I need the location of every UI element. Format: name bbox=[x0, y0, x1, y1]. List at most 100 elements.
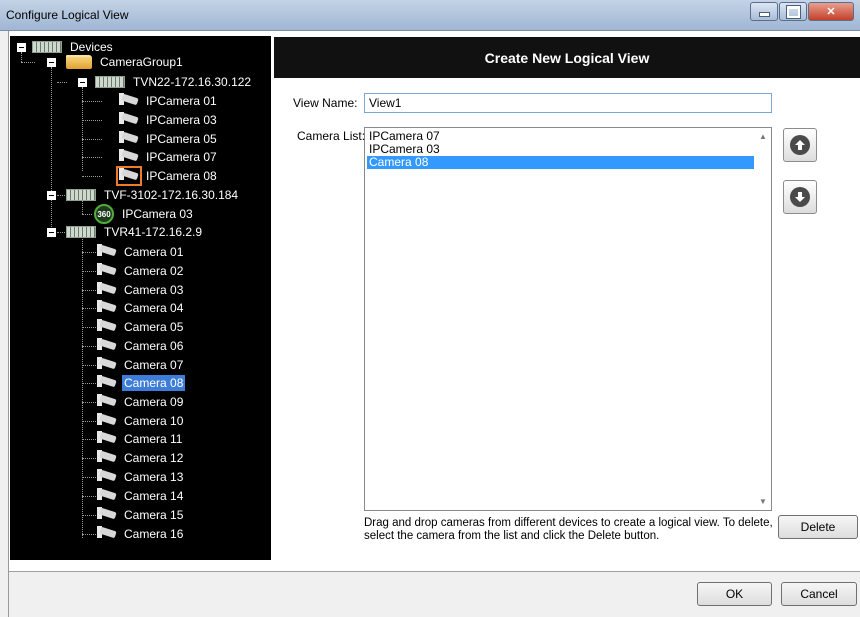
collapse-icon[interactable] bbox=[47, 227, 56, 237]
tree-node-camera-selected[interactable]: Camera 08 bbox=[96, 374, 186, 392]
list-scrollbar[interactable]: ▲ ▼ bbox=[754, 128, 771, 510]
camera-label: Camera 10 bbox=[124, 414, 184, 428]
camera-label: Camera 02 bbox=[124, 264, 184, 278]
tree-node-camera[interactable]: IPCamera 08 bbox=[116, 166, 219, 186]
camera-label: Camera 03 bbox=[124, 283, 184, 297]
tree-node-group[interactable]: CameraGroup1 bbox=[47, 53, 185, 71]
list-item-selected[interactable]: Camera 08 bbox=[367, 156, 757, 169]
tree-node-camera[interactable]: Camera 06 bbox=[96, 337, 185, 355]
tree-node-device[interactable]: TVR41-172.16.2.9 bbox=[47, 223, 204, 241]
maximize-icon bbox=[785, 4, 801, 19]
move-up-button[interactable] bbox=[783, 128, 817, 162]
tree-node-camera[interactable]: 360 IPCamera 03 bbox=[94, 204, 195, 224]
camera-icon bbox=[96, 413, 118, 429]
camera-icon bbox=[96, 394, 118, 410]
minimize-icon bbox=[758, 12, 770, 17]
camera-icon bbox=[118, 93, 140, 109]
recorder-icon bbox=[95, 76, 125, 88]
move-down-button[interactable] bbox=[783, 180, 817, 214]
collapse-icon[interactable] bbox=[47, 57, 56, 67]
tree-node-camera[interactable]: IPCamera 01 bbox=[118, 92, 219, 110]
tree-node-camera[interactable]: Camera 09 bbox=[96, 393, 185, 411]
camera-label: IPCamera 07 bbox=[146, 150, 217, 164]
recorder-icon bbox=[66, 226, 96, 238]
scroll-down-icon[interactable]: ▼ bbox=[759, 497, 767, 506]
camera-icon bbox=[96, 300, 118, 316]
camera-icon bbox=[96, 469, 118, 485]
tree-node-camera[interactable]: Camera 13 bbox=[96, 468, 185, 486]
close-button[interactable]: ✕ bbox=[808, 2, 854, 21]
tree-node-camera[interactable]: Camera 11 bbox=[96, 430, 184, 448]
tree-node-camera[interactable]: Camera 16 bbox=[96, 525, 185, 543]
camera-label: Camera 01 bbox=[124, 245, 184, 259]
camera-label: Camera 15 bbox=[124, 508, 184, 522]
tree-node-camera[interactable]: Camera 07 bbox=[96, 356, 185, 374]
camera-icon bbox=[96, 282, 118, 298]
window-title: Configure Logical View bbox=[6, 8, 129, 22]
camera-label: IPCamera 03 bbox=[122, 207, 193, 221]
tree-node-camera[interactable]: IPCamera 05 bbox=[118, 130, 219, 148]
camera-label: Camera 12 bbox=[124, 451, 184, 465]
title-bar: Configure Logical View ✕ bbox=[0, 0, 860, 31]
view-name-input[interactable] bbox=[364, 93, 772, 113]
camera-label: Camera 09 bbox=[124, 395, 184, 409]
device-tree[interactable]: Devices CameraGroup1 TVN22-172.16.30.122… bbox=[10, 36, 271, 560]
arrow-up-icon bbox=[790, 135, 810, 155]
camera-label: Camera 04 bbox=[124, 301, 184, 315]
collapse-icon[interactable] bbox=[47, 190, 56, 200]
tree-node-camera[interactable]: Camera 01 bbox=[96, 243, 185, 261]
tree-node-camera[interactable]: IPCamera 07 bbox=[118, 148, 219, 166]
tree-node-camera[interactable]: Camera 04 bbox=[96, 299, 185, 317]
camera-icon bbox=[96, 431, 118, 447]
tree-node-camera[interactable]: Camera 05 bbox=[96, 318, 185, 336]
divider bbox=[8, 571, 860, 572]
tree-node-device[interactable]: TVN22-172.16.30.122 bbox=[78, 73, 253, 91]
tree-node-label: TVF-3102-172.16.30.184 bbox=[104, 188, 239, 202]
divider bbox=[8, 571, 9, 617]
camera-icon bbox=[118, 131, 140, 147]
tree-node-label: CameraGroup1 bbox=[100, 55, 183, 69]
camera-label: Camera 13 bbox=[124, 470, 184, 484]
camera-label: Camera 08 bbox=[122, 375, 186, 391]
view-name-label: View Name: bbox=[293, 96, 358, 110]
camera-label: IPCamera 03 bbox=[146, 113, 217, 127]
tree-node-device[interactable]: TVF-3102-172.16.30.184 bbox=[47, 186, 240, 204]
cancel-button[interactable]: Cancel bbox=[781, 582, 857, 606]
minimize-button[interactable] bbox=[750, 2, 778, 21]
tree-node-label: TVN22-172.16.30.122 bbox=[133, 75, 252, 89]
tree-node-camera[interactable]: Camera 10 bbox=[96, 412, 185, 430]
camera-list-label: Camera List: bbox=[297, 129, 366, 143]
arrow-down-icon bbox=[790, 187, 810, 207]
folder-icon bbox=[66, 55, 92, 69]
devices-icon bbox=[32, 41, 62, 53]
camera-label: Camera 07 bbox=[124, 358, 184, 372]
camera-label: Camera 14 bbox=[124, 489, 184, 503]
encoder-icon bbox=[66, 189, 96, 201]
tree-node-camera[interactable]: Camera 15 bbox=[96, 506, 185, 524]
camera-icon bbox=[118, 149, 140, 165]
tree-node-camera[interactable]: Camera 12 bbox=[96, 449, 185, 467]
delete-button[interactable]: Delete bbox=[778, 515, 858, 539]
camera-label: Camera 11 bbox=[124, 432, 183, 446]
collapse-icon[interactable] bbox=[78, 77, 87, 87]
collapse-icon[interactable] bbox=[17, 42, 26, 52]
camera-list[interactable]: IPCamera 07 IPCamera 03 Camera 08 ▲ ▼ bbox=[364, 127, 772, 511]
ok-button[interactable]: OK bbox=[697, 582, 772, 606]
panel-header: Create New Logical View bbox=[274, 37, 860, 78]
tree-node-camera[interactable]: Camera 02 bbox=[96, 262, 185, 280]
camera-icon bbox=[96, 319, 118, 335]
camera-icon bbox=[118, 112, 140, 128]
tree-node-camera[interactable]: Camera 14 bbox=[96, 487, 185, 505]
camera-icon bbox=[96, 338, 118, 354]
scroll-up-icon[interactable]: ▲ bbox=[759, 132, 767, 141]
maximize-button[interactable] bbox=[779, 2, 807, 21]
camera-icon bbox=[96, 357, 118, 373]
camera-icon bbox=[96, 375, 118, 391]
camera-icon bbox=[116, 166, 142, 186]
camera-icon bbox=[96, 488, 118, 504]
camera-icon bbox=[96, 244, 118, 260]
camera-label: Camera 05 bbox=[124, 320, 184, 334]
tree-node-camera[interactable]: Camera 03 bbox=[96, 281, 185, 299]
tree-node-camera[interactable]: IPCamera 03 bbox=[118, 111, 219, 129]
camera-label: IPCamera 08 bbox=[146, 169, 217, 183]
